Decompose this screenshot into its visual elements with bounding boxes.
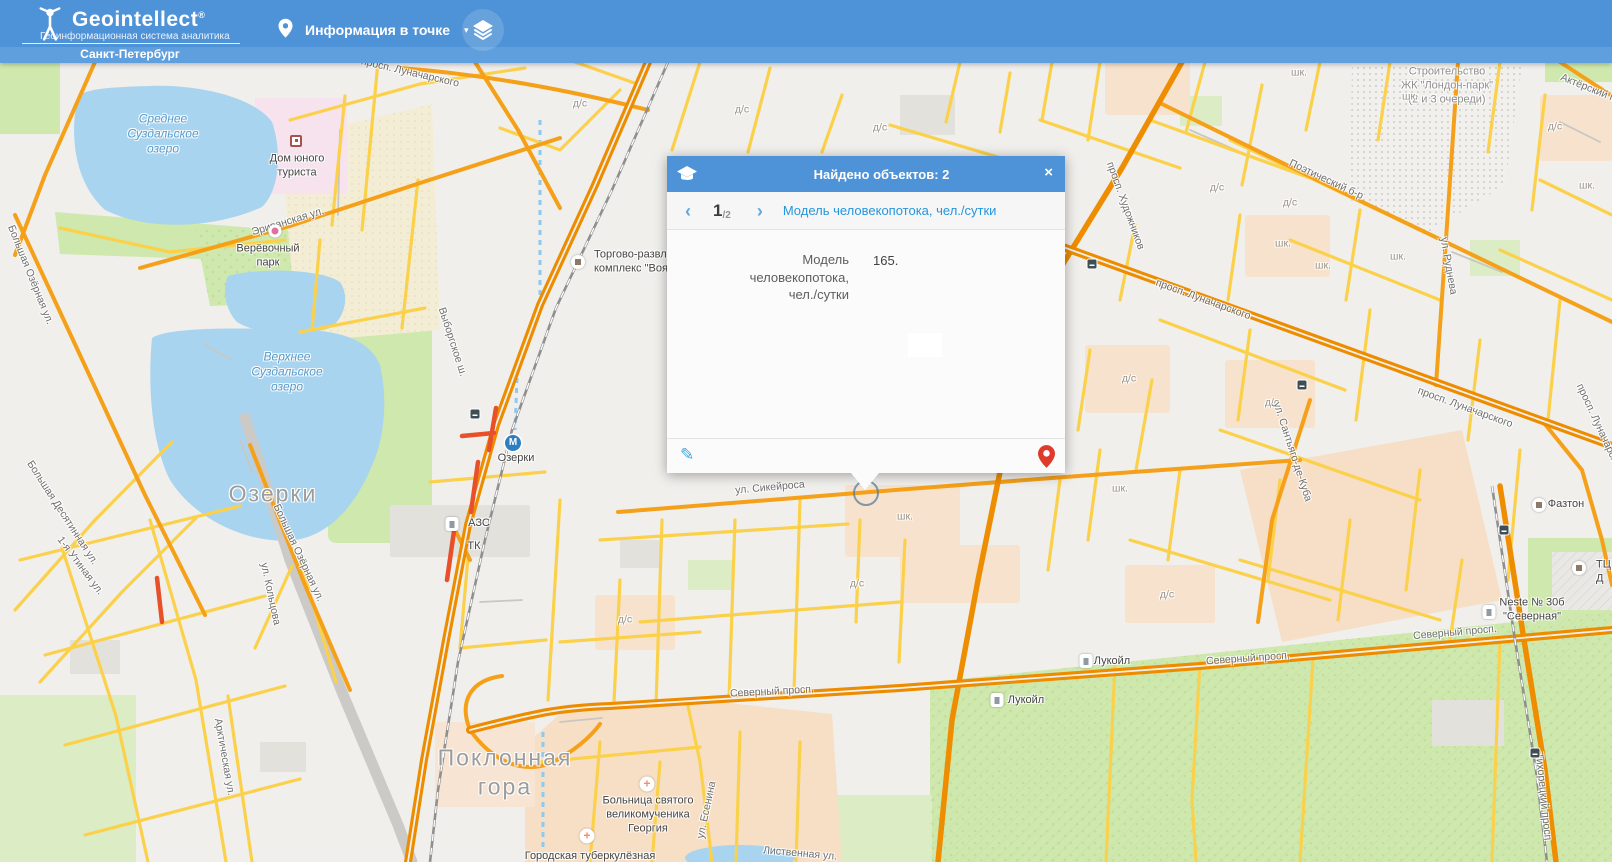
attribute-row: Модель человекопотока, чел./сутки 165. bbox=[667, 251, 1065, 304]
layers-icon bbox=[676, 166, 698, 182]
bus-icon[interactable] bbox=[1298, 381, 1307, 390]
close-icon[interactable]: × bbox=[1044, 164, 1053, 181]
header-divider bbox=[22, 43, 240, 44]
brand-name: Geointellect® bbox=[72, 8, 205, 32]
registered-mark: ® bbox=[198, 10, 205, 20]
page-total: /2 bbox=[722, 210, 730, 221]
popup-content: Модель человекопотока, чел./сутки 165. bbox=[667, 230, 1065, 438]
city-label: Санкт-Петербург bbox=[0, 47, 260, 61]
hospital-icon[interactable]: + bbox=[640, 777, 655, 792]
fuel-icon[interactable] bbox=[1483, 605, 1496, 619]
bus-icon[interactable] bbox=[471, 410, 480, 419]
page-number: 1/2 bbox=[713, 201, 731, 221]
app-window: ОзеркиПоклонная гораСреднее Суздальское … bbox=[0, 0, 1612, 862]
popup-pager: ‹ 1/2 › Модель человекопотока, чел./сутк… bbox=[667, 192, 1065, 230]
bus-icon[interactable] bbox=[1088, 260, 1097, 269]
hospital-icon[interactable]: + bbox=[580, 829, 595, 844]
fuel-icon[interactable] bbox=[991, 693, 1004, 707]
metro-icon[interactable]: М bbox=[505, 435, 521, 451]
layers-button[interactable] bbox=[462, 9, 504, 51]
popup-anchor-tail bbox=[851, 473, 879, 490]
museum-icon[interactable] bbox=[290, 135, 302, 147]
location-pin-icon bbox=[276, 18, 295, 43]
popup-header: Найдено объектов: 2 × bbox=[667, 156, 1065, 192]
attribute-label: Модель человекопотока, чел./сутки bbox=[707, 251, 849, 304]
next-page-button[interactable]: › bbox=[757, 202, 763, 220]
popup-footer: ✎ bbox=[667, 438, 1065, 473]
prev-page-button[interactable]: ‹ bbox=[685, 202, 691, 220]
marker-pin-icon bbox=[1038, 445, 1055, 468]
attribute-value: 165. bbox=[873, 251, 898, 304]
attraction-icon[interactable] bbox=[269, 225, 282, 238]
object-layer-link[interactable]: Модель человекопотока, чел./сутки bbox=[783, 203, 997, 218]
popup-title: Найдено объектов: 2 bbox=[698, 167, 1065, 182]
point-info-tool-dropdown[interactable]: Информация в точке ▾ bbox=[276, 10, 469, 50]
bus-icon[interactable] bbox=[1531, 749, 1540, 758]
tool-label: Информация в точке bbox=[305, 22, 450, 38]
shop-icon[interactable] bbox=[1532, 498, 1546, 512]
app-header: Geointellect® Геоинформационная система … bbox=[0, 0, 1612, 63]
fuel-icon[interactable] bbox=[446, 517, 459, 531]
shop-icon[interactable] bbox=[571, 255, 585, 269]
edit-pencil-icon[interactable]: ✎ bbox=[680, 445, 694, 465]
shop-icon[interactable] bbox=[1572, 561, 1586, 575]
info-popup: Найдено объектов: 2 × ‹ 1/2 › Модель чел… bbox=[667, 156, 1065, 473]
fuel-icon[interactable] bbox=[1080, 654, 1093, 668]
bus-icon[interactable] bbox=[1500, 526, 1509, 535]
blank-patch bbox=[908, 333, 942, 357]
brand-tagline: Геоинформационная система аналитика bbox=[40, 31, 230, 42]
layers-stack-icon bbox=[471, 18, 495, 42]
